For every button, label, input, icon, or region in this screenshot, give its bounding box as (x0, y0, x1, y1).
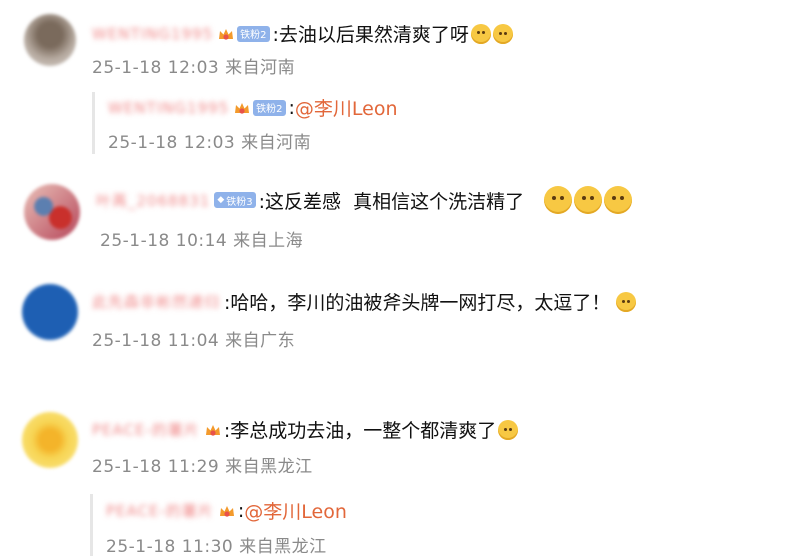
crown-icon (217, 26, 235, 42)
reply-divider (92, 92, 95, 154)
cat-emoji (498, 419, 519, 440)
username[interactable]: WENTING1995 (92, 25, 213, 43)
reply-username[interactable]: PEACE-的薯片 (106, 500, 214, 521)
heart-eyes-emoji (604, 186, 633, 214)
fan-badge: 铁粉2 (237, 25, 270, 42)
mention-link[interactable]: @李川Leon (244, 497, 347, 524)
location: 来自广东 (225, 331, 296, 351)
location: 来自河南 (241, 133, 312, 153)
timestamp: 25-1-18 11:04 (92, 331, 220, 351)
smile-emoji (470, 23, 491, 44)
crown-icon (233, 100, 251, 116)
reply-username[interactable]: WENTING1995 (108, 99, 229, 117)
mention-link[interactable]: @李川Leon (295, 94, 398, 121)
comment-text: :李总成功去油，一整个都清爽了 (223, 420, 497, 442)
comment-text: :哈哈，李川的油被斧头牌一网打尽，太逗了！ (224, 292, 611, 314)
fan-badge: ◆ 铁粉3 (214, 192, 256, 208)
comment-meta: 25-1-18 11:04 来自广东 (92, 326, 295, 351)
location: 来自黑龙江 (239, 537, 327, 557)
username[interactable]: 此先森非彬然递归 (92, 291, 220, 312)
heart-eyes-emoji (544, 186, 573, 214)
username[interactable]: PEACE-的薯片 (92, 419, 200, 440)
fan-badge: 铁粉2 (253, 99, 286, 116)
arrow-up-icon: ◆ (217, 195, 225, 205)
comment-text: :去油以后果然清爽了呀 (272, 24, 469, 46)
comment-meta: 25-1-18 12:03 来自河南 (92, 53, 295, 78)
comment-text: :这反差感 真相信这个洗洁精了 (258, 190, 525, 213)
reply-meta: 25-1-18 11:30 来自黑龙江 (106, 532, 327, 557)
location: 来自河南 (225, 58, 296, 78)
cat-emoji (492, 23, 513, 44)
crown-icon (204, 422, 222, 438)
comment-meta: 25-1-18 10:14 来自上海 (100, 226, 303, 251)
timestamp: 25-1-18 11:30 (106, 537, 234, 557)
avatar[interactable] (24, 184, 80, 240)
timestamp: 25-1-18 11:29 (92, 457, 220, 477)
avatar[interactable] (22, 412, 78, 468)
reply-item: WENTING1995 铁粉2 : @李川Leon (108, 94, 398, 121)
reply-meta: 25-1-18 12:03 来自河南 (108, 128, 311, 153)
crown-icon (218, 503, 236, 519)
timestamp: 25-1-18 12:03 (108, 133, 236, 153)
cat-emoji (616, 291, 637, 312)
location: 来自上海 (233, 231, 304, 251)
comment-meta: 25-1-18 11:29 来自黑龙江 (92, 452, 313, 477)
timestamp: 25-1-18 12:03 (92, 58, 220, 78)
timestamp: 25-1-18 10:14 (100, 231, 228, 251)
location: 来自黑龙江 (225, 457, 313, 477)
heart-eyes-emoji (574, 186, 603, 214)
avatar[interactable] (22, 284, 78, 340)
reply-divider (90, 494, 93, 556)
avatar[interactable] (24, 14, 76, 66)
reply-item: PEACE-的薯片 : @李川Leon (106, 497, 347, 524)
username[interactable]: 叶苒_2068831 (96, 190, 210, 211)
